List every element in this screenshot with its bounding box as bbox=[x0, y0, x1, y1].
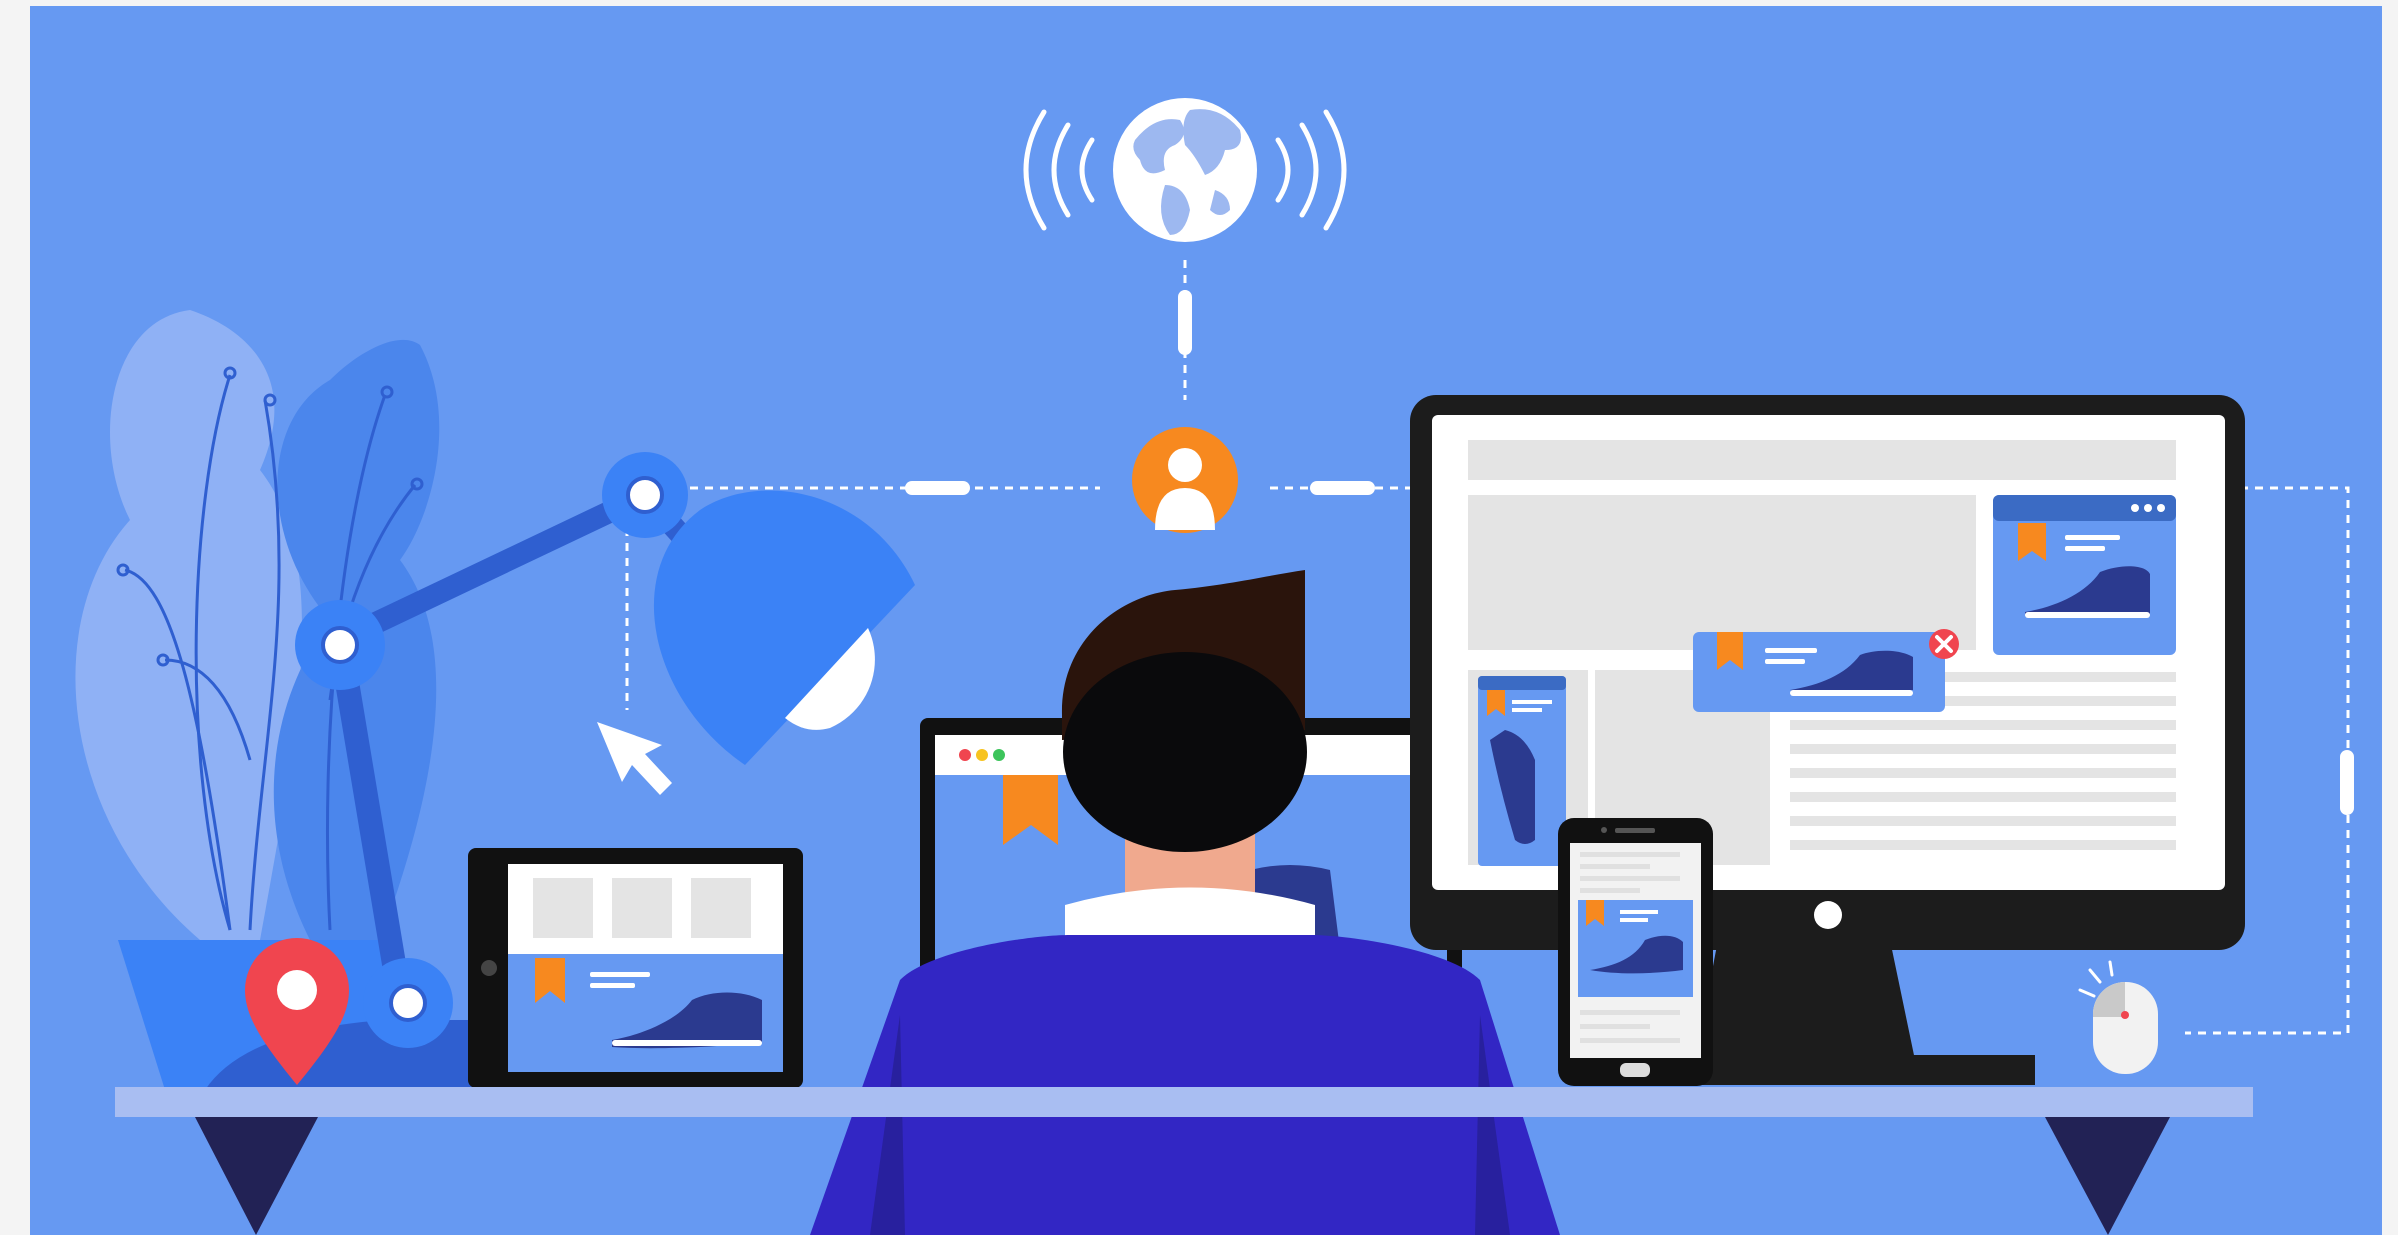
illustration-canvas bbox=[0, 0, 2398, 1235]
user-avatar-icon bbox=[1132, 427, 1238, 533]
globe-icon bbox=[1113, 98, 1257, 242]
tablet-device bbox=[468, 848, 803, 1088]
omnichannel-illustration bbox=[0, 0, 2398, 1235]
popup-ad-card bbox=[1693, 632, 1945, 712]
smartphone-device bbox=[1558, 818, 1713, 1086]
close-icon[interactable] bbox=[1929, 629, 1959, 659]
